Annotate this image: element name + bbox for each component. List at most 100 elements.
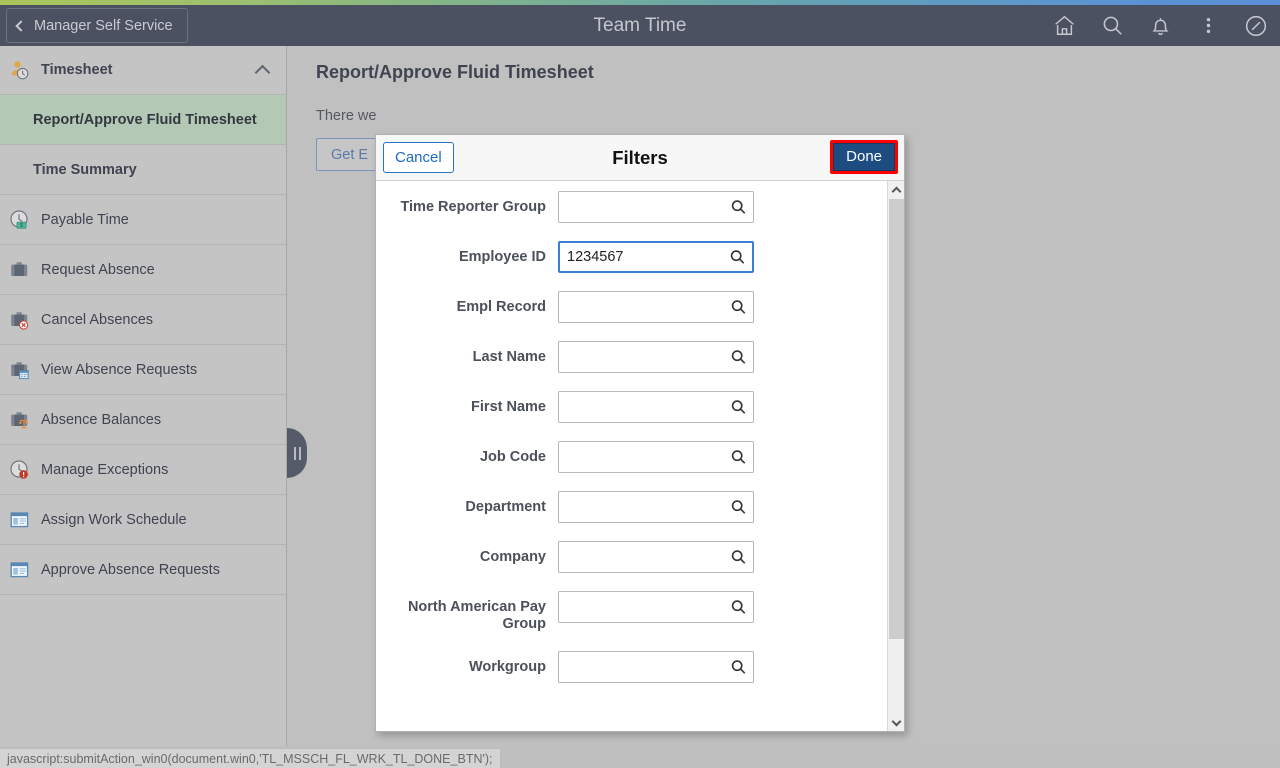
- briefcase-scale-icon: [9, 409, 31, 431]
- sidebar-item-label: Cancel Absences: [41, 311, 154, 328]
- field-row-job-code: Job Code: [376, 441, 887, 473]
- modal-scrollbar[interactable]: [887, 181, 904, 731]
- magnifier-icon[interactable]: [730, 199, 747, 216]
- sidebar-item-request-absence[interactable]: Request Absence: [0, 245, 286, 295]
- kebab-menu-icon[interactable]: [1194, 12, 1222, 40]
- modal-title: Filters: [612, 146, 668, 168]
- scroll-up-button[interactable]: [888, 181, 904, 198]
- back-button-label: Manager Self Service: [34, 17, 173, 34]
- magnifier-icon[interactable]: [730, 449, 747, 466]
- cancel-button[interactable]: Cancel: [383, 142, 454, 173]
- employee-id-input[interactable]: [560, 243, 752, 271]
- filters-modal: Cancel Filters Done Time Reporter Group: [375, 134, 905, 732]
- time-reporter-group-input[interactable]: [559, 192, 753, 222]
- sidebar-item-assign-work-schedule[interactable]: Assign Work Schedule: [0, 495, 286, 545]
- sidebar-item-absence-balances[interactable]: Absence Balances: [0, 395, 286, 445]
- sidebar-item-time-summary[interactable]: Time Summary: [0, 145, 286, 195]
- clock-money-icon: $: [9, 209, 31, 231]
- briefcase-icon: [9, 259, 31, 281]
- field-row-department: Department: [376, 491, 887, 523]
- department-input-wrap[interactable]: [558, 491, 754, 523]
- time-reporter-group-input-wrap[interactable]: [558, 191, 754, 223]
- empl-record-input[interactable]: [559, 292, 753, 322]
- sidebar-item-manage-exceptions[interactable]: Manage Exceptions: [0, 445, 286, 495]
- sidebar-item-approve-absence-requests[interactable]: Approve Absence Requests: [0, 545, 286, 595]
- person-clock-icon: [9, 59, 31, 81]
- page-body: Timesheet Report/Approve Fluid Timesheet…: [0, 46, 1280, 746]
- magnifier-icon[interactable]: [730, 299, 747, 316]
- sidebar-item-report-approve-fluid-timesheet[interactable]: Report/Approve Fluid Timesheet: [0, 95, 286, 145]
- briefcase-calendar-icon: [9, 359, 31, 381]
- content-message: There we: [316, 108, 377, 124]
- magnifier-icon[interactable]: [730, 659, 747, 676]
- back-button[interactable]: Manager Self Service: [6, 8, 188, 43]
- clock-alert-icon: [9, 459, 31, 481]
- magnifier-icon[interactable]: [729, 249, 746, 266]
- north-american-pay-group-input-wrap[interactable]: [558, 591, 754, 623]
- sidebar-group-timesheet[interactable]: Timesheet: [0, 46, 286, 95]
- sidebar-item-label: Assign Work Schedule: [41, 511, 187, 528]
- scrollbar-thumb[interactable]: [889, 199, 904, 639]
- company-input[interactable]: [559, 542, 753, 572]
- header-icon-group: [1050, 5, 1270, 46]
- sidebar-group-label: Timesheet: [41, 62, 113, 78]
- job-code-input[interactable]: [559, 442, 753, 472]
- employee-id-input-wrap[interactable]: [558, 241, 754, 273]
- sidebar-item-label: Absence Balances: [41, 411, 162, 428]
- done-button[interactable]: Done: [833, 143, 895, 171]
- empl-record-input-wrap[interactable]: [558, 291, 754, 323]
- get-employees-button[interactable]: Get E: [316, 138, 384, 171]
- bell-icon[interactable]: [1146, 12, 1174, 40]
- field-row-north-american-pay-group: North American Pay Group: [376, 591, 887, 633]
- field-label: Employee ID: [458, 249, 546, 265]
- sidebar-item-label: Report/Approve Fluid Timesheet: [33, 111, 257, 128]
- magnifier-icon[interactable]: [730, 499, 747, 516]
- field-row-employee-id: Employee ID: [376, 241, 887, 273]
- magnifier-icon[interactable]: [730, 399, 747, 416]
- search-icon[interactable]: [1098, 12, 1126, 40]
- field-label: Company: [479, 549, 546, 565]
- field-row-first-name: First Name: [376, 391, 887, 423]
- window-icon: [9, 559, 31, 581]
- magnifier-icon[interactable]: [730, 549, 747, 566]
- sidebar-item-label: Approve Absence Requests: [41, 561, 220, 578]
- pause-bars-icon: [298, 446, 301, 460]
- chevron-down-icon: [891, 716, 901, 726]
- department-input[interactable]: [559, 492, 753, 522]
- field-row-workgroup: Workgroup: [376, 651, 887, 683]
- sidebar-item-cancel-absences[interactable]: Cancel Absences: [0, 295, 286, 345]
- first-name-input-wrap[interactable]: [558, 391, 754, 423]
- app-header: Manager Self Service Team Time: [0, 5, 1280, 46]
- sidebar-item-view-absence-requests[interactable]: View Absence Requests: [0, 345, 286, 395]
- sidebar-item-payable-time[interactable]: $ Payable Time: [0, 195, 286, 245]
- field-row-last-name: Last Name: [376, 341, 887, 373]
- svg-text:$: $: [20, 223, 23, 229]
- field-row-empl-record: Empl Record: [376, 291, 887, 323]
- job-code-input-wrap[interactable]: [558, 441, 754, 473]
- content-page-title: Report/Approve Fluid Timesheet: [316, 62, 594, 82]
- magnifier-icon[interactable]: [730, 599, 747, 616]
- north-american-pay-group-input[interactable]: [559, 592, 753, 622]
- sidebar-item-label: Request Absence: [41, 261, 155, 278]
- sidebar-item-label: Payable Time: [41, 211, 129, 228]
- magnifier-icon[interactable]: [730, 349, 747, 366]
- navbar-icon[interactable]: [1242, 12, 1270, 40]
- home-icon[interactable]: [1050, 12, 1078, 40]
- field-label: Last Name: [472, 349, 546, 365]
- field-label: Job Code: [479, 449, 546, 465]
- workgroup-input-wrap[interactable]: [558, 651, 754, 683]
- last-name-input-wrap[interactable]: [558, 341, 754, 373]
- modal-header: Cancel Filters Done: [376, 135, 904, 181]
- company-input-wrap[interactable]: [558, 541, 754, 573]
- sidebar-item-label: Manage Exceptions: [41, 461, 169, 478]
- field-label: North American Pay Group: [407, 599, 546, 632]
- sidebar: Timesheet Report/Approve Fluid Timesheet…: [0, 46, 287, 746]
- first-name-input[interactable]: [559, 392, 753, 422]
- workgroup-input[interactable]: [559, 652, 753, 682]
- chevron-up-icon[interactable]: [254, 64, 271, 80]
- field-row-time-reporter-group: Time Reporter Group: [376, 191, 887, 223]
- scroll-down-button[interactable]: [888, 714, 904, 731]
- last-name-input[interactable]: [559, 342, 753, 372]
- field-label: First Name: [471, 399, 546, 415]
- field-row-company: Company: [376, 541, 887, 573]
